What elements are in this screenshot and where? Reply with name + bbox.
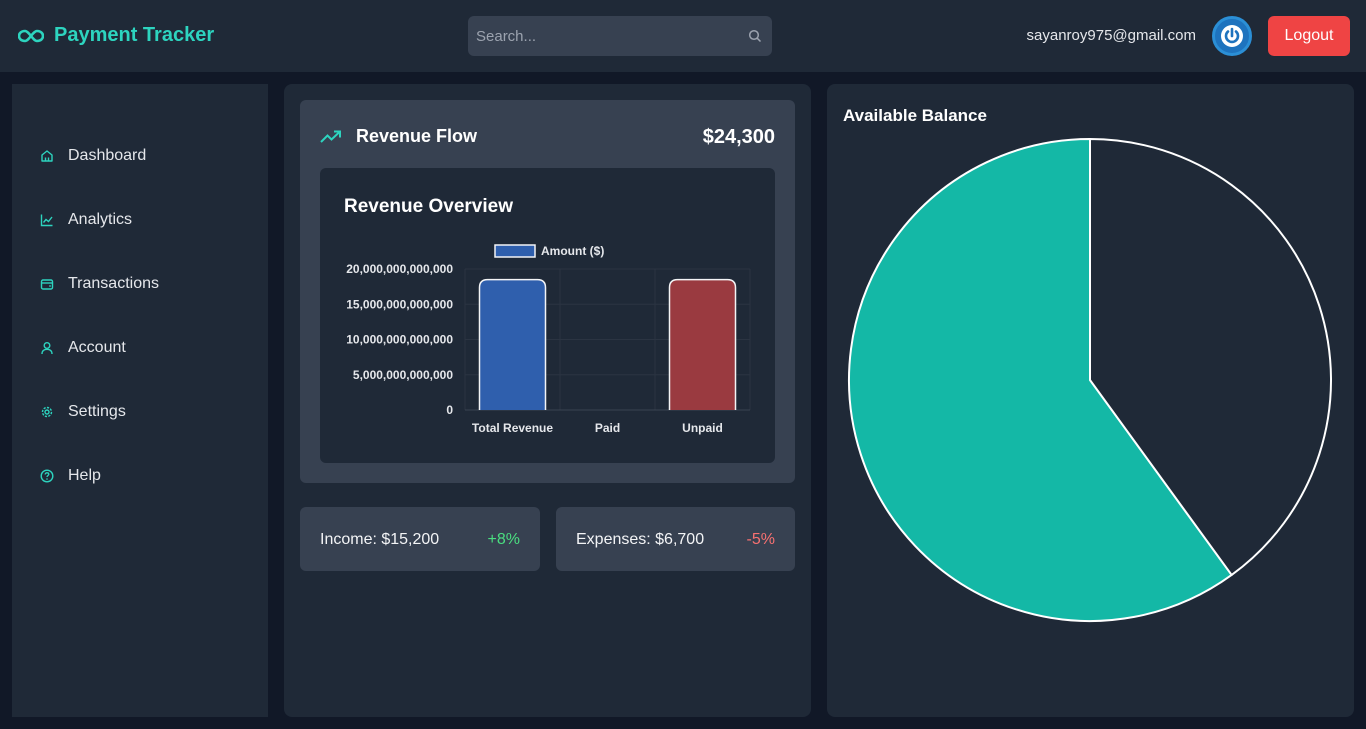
x-tick-label: Total Revenue	[472, 421, 553, 435]
revenue-overview-card: Revenue Overview 0 5,000,000,000,000 10,00…	[320, 168, 775, 463]
revenue-flow-header: Revenue Flow	[320, 126, 477, 147]
user-icon	[41, 342, 53, 355]
legend-label: Amount ($)	[541, 244, 604, 258]
y-tick-label: 5,000,000,000,000	[353, 368, 453, 382]
sidebar-item-label: Dashboard	[68, 147, 147, 164]
wallet-icon	[40, 279, 54, 290]
pie-chart	[848, 138, 1332, 622]
balance-panel: Available Balance	[827, 84, 1354, 717]
sidebar-item-account[interactable]: Account	[40, 339, 126, 357]
home-icon	[41, 150, 53, 162]
y-tick-label: 10,000,000,000,000	[346, 333, 453, 347]
revenue-flow-card: Revenue Flow $24,300 Revenue Overview 05…	[300, 100, 795, 483]
sidebar-item-label: Settings	[68, 403, 126, 420]
income-label: Income: $15,200	[320, 531, 440, 548]
sidebar-item-analytics[interactable]: Analytics	[40, 211, 132, 229]
power-icon	[1221, 25, 1243, 47]
brand-name: Payment Tracker	[54, 24, 215, 46]
sidebar-item-label: Analytics	[68, 211, 133, 228]
sidebar-item-label: Account	[68, 339, 126, 356]
bar-chart: 0 5,000,000,000,000 10,000,000,000,000 15,0…	[346, 244, 751, 435]
sidebar-item-help[interactable]: Help	[40, 467, 101, 485]
search-box	[468, 16, 772, 56]
line-chart-icon	[40, 214, 53, 227]
revenue-flow-title: Revenue Flow	[356, 126, 478, 146]
x-tick-label: Unpaid	[682, 421, 723, 435]
y-tick-label: 20,000,000,000,000	[346, 262, 453, 276]
x-tick-label: Paid	[595, 421, 620, 435]
logout-button[interactable]: Logout	[1268, 16, 1350, 56]
bar	[478, 278, 547, 410]
gear-icon	[41, 406, 53, 418]
search-icon[interactable]	[748, 29, 762, 43]
sidebar-item-dashboard[interactable]: Dashboard	[40, 147, 146, 165]
search-input[interactable]	[468, 16, 738, 56]
sidebar: Dashboard Analytics Transactions Account…	[12, 84, 268, 717]
expenses-card: Expenses: $6,700 -5%	[556, 507, 795, 571]
sidebar-item-label: Help	[68, 467, 101, 484]
legend-swatch	[494, 244, 536, 258]
sidebar-item-label: Transactions	[68, 275, 159, 292]
trending-up-icon	[320, 130, 341, 143]
bar	[668, 278, 737, 410]
help-circle-icon	[40, 469, 54, 483]
sidebar-item-settings[interactable]: Settings	[40, 403, 126, 421]
income-card: Income: $15,200 +8%	[300, 507, 540, 571]
avatar[interactable]	[1212, 16, 1252, 56]
middle-panel: Revenue Flow $24,300 Revenue Overview 05…	[284, 84, 811, 717]
brand[interactable]: Payment Tracker	[18, 24, 214, 47]
expenses-label: Expenses: $6,700	[576, 531, 705, 548]
income-change: +8%	[487, 531, 520, 548]
user-email: sayanroy975@gmail.com	[1026, 27, 1196, 44]
infinity-icon	[18, 29, 44, 42]
y-tick-label: 0	[446, 403, 453, 417]
sidebar-item-transactions[interactable]: Transactions	[40, 275, 159, 293]
y-tick-label: 15,000,000,000,000	[346, 297, 453, 311]
expenses-change: -5%	[746, 531, 775, 548]
revenue-amount: $24,300	[702, 126, 775, 148]
top-bar: Payment Tracker sayanroy975@gmail.com Lo…	[0, 0, 1366, 72]
